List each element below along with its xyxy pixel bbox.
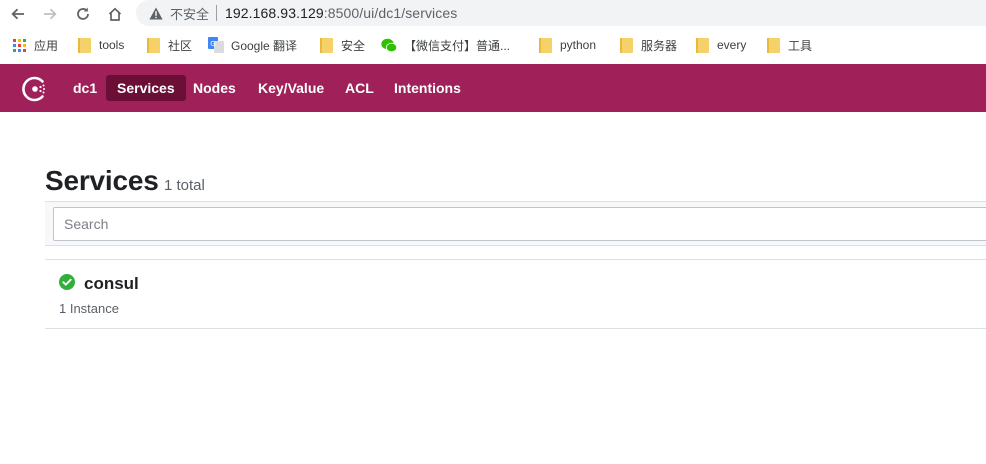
arrow-left-icon [11, 8, 24, 20]
service-name[interactable]: consul [84, 274, 139, 294]
bookmark-google-translate[interactable]: G Google 翻译 [208, 36, 297, 54]
bookmark-tools[interactable]: tools [76, 36, 124, 54]
instance-count: 1 Instance [59, 301, 119, 316]
warning-icon [149, 6, 163, 20]
bookmark-label: 【微信支付】普通... [404, 38, 511, 53]
bookmark-every[interactable]: every [694, 36, 746, 54]
bookmark-security[interactable]: 安全 [318, 36, 365, 54]
consul-logo-icon[interactable] [21, 75, 49, 103]
apps-grid-icon [11, 37, 27, 53]
security-label[interactable]: 不安全 [170, 4, 209, 23]
bookmark-servers[interactable]: 服务器 [618, 36, 677, 54]
folder-icon [537, 37, 553, 53]
page-title: Services [45, 165, 159, 196]
bookmark-label: 工具 [788, 38, 813, 53]
reload-button[interactable] [73, 4, 93, 24]
bookmarks-bar: 应用 tools 社区 G Google 翻译 安全 【微信支付】普通... p… [0, 30, 986, 60]
home-button[interactable] [105, 4, 125, 24]
bookmark-label: 安全 [341, 38, 366, 53]
bookmark-label: 应用 [34, 38, 59, 53]
back-button[interactable] [8, 4, 28, 24]
bookmark-label: 服务器 [641, 38, 678, 53]
folder-icon [76, 37, 92, 53]
nav-intentions[interactable]: Intentions [383, 75, 472, 101]
google-translate-icon: G [208, 37, 224, 53]
nav-nodes[interactable]: Nodes [182, 75, 247, 101]
bookmark-label: python [560, 38, 597, 52]
divider [216, 5, 218, 21]
bookmark-wechat-pay[interactable]: 【微信支付】普通... [381, 36, 510, 54]
folder-icon [765, 37, 781, 53]
bookmark-python[interactable]: python [537, 36, 596, 54]
datacenter-menu[interactable]: dc1 [62, 75, 108, 101]
service-row[interactable]: consul 1 Instance [45, 260, 986, 328]
url-path: :8500/ui/dc1/services [323, 5, 458, 21]
bookmark-community[interactable]: 社区 [145, 36, 192, 54]
address-bar[interactable]: 不安全 192.168.93.129:8500/ui/dc1/services [136, 0, 986, 26]
folder-icon [145, 37, 161, 53]
browser-toolbar: 不安全 192.168.93.129:8500/ui/dc1/services [0, 0, 986, 28]
url-host: 192.168.93.129 [225, 5, 324, 21]
svg-text:G: G [210, 40, 215, 48]
forward-button[interactable] [40, 4, 60, 24]
bookmark-apps[interactable]: 应用 [11, 36, 58, 54]
folder-icon [618, 37, 634, 53]
arrow-right-icon [44, 8, 57, 20]
home-icon [108, 7, 122, 21]
nav-acl[interactable]: ACL [334, 75, 385, 101]
nav-services[interactable]: Services [106, 75, 186, 101]
search-input[interactable] [53, 207, 986, 241]
bookmark-label: every [717, 38, 747, 52]
folder-icon [318, 37, 334, 53]
reload-icon [77, 7, 89, 20]
bookmark-label: tools [99, 38, 125, 52]
top-navigation: dc1 Services Nodes Key/Value ACL Intenti… [0, 64, 986, 112]
check-circle-icon [59, 274, 75, 290]
nav-key-value[interactable]: Key/Value [247, 75, 335, 101]
service-count: 1 total [164, 177, 205, 194]
divider [45, 328, 986, 329]
wechat-icon [381, 37, 397, 53]
folder-icon [694, 37, 710, 53]
filter-bar [45, 201, 986, 246]
bookmark-utilities[interactable]: 工具 [765, 36, 812, 54]
bookmark-label: 社区 [168, 38, 193, 53]
bookmark-label: Google 翻译 [231, 38, 298, 53]
